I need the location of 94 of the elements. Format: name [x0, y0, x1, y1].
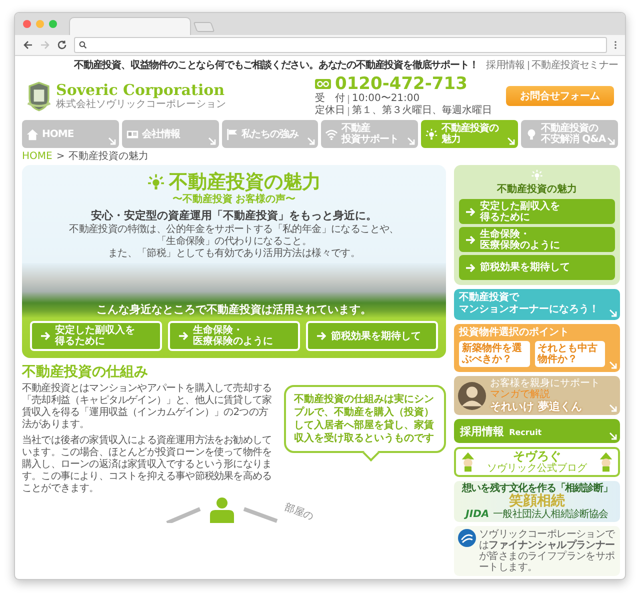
sidebar-menu-item[interactable]: 生命保険・ 医療保険のように [459, 227, 615, 252]
address-bar[interactable] [74, 37, 607, 53]
corner-arrow-icon [507, 137, 516, 145]
hours-value: 第１、第３火曜日、毎週水曜日 [352, 105, 492, 117]
jida-logo-text: JIDA [466, 509, 490, 520]
feature-button[interactable]: 生命保険・ 医療保険のように [168, 321, 300, 351]
menu-icon[interactable] [614, 40, 617, 50]
round-logo-icon [458, 529, 476, 547]
hours-value: 10:00〜21:00 [352, 93, 420, 104]
corner-arrow-icon [108, 137, 116, 145]
jida-banner[interactable]: 想いを残す文化を作る「相続診断」 笑顔相続 JIDA 一般社団法人相続診断協会 [454, 481, 620, 522]
new-tab-button[interactable] [193, 22, 215, 32]
company-subtitle: 株式会社ソヴリックコーポレーション [56, 98, 226, 110]
hours-label: 定休日 [315, 105, 345, 117]
arrow-icon [465, 206, 475, 216]
free-dial-icon [315, 79, 331, 89]
banner-text: お客様を親身にサポート [490, 378, 600, 389]
nav-tab[interactable]: 不動産 投資サポート [321, 120, 418, 148]
reload-icon[interactable] [57, 40, 67, 50]
header-link[interactable]: 不動産投資セミナー [532, 58, 618, 72]
sidebar-menu-title: 不動産投資の魅力 [497, 184, 577, 196]
owner-banner[interactable]: 不動産投資で マンションオーナーになろう！ [454, 289, 620, 320]
tagline: 不動産投資、収益物件のことなら何でもご相談ください。あなたの不動産投資を徹底サポート！ [74, 58, 478, 72]
arrow-icon [178, 331, 188, 341]
financial-planner-banner[interactable]: ソヴリックコーポレーションではファイナンシャルプランナーが皆さまのライフプランをサポートします。 [454, 526, 620, 576]
sidebar-menu-item[interactable]: 節税効果を期待して [459, 255, 615, 280]
breadcrumb-separator: > [56, 150, 65, 163]
arrow-icon [465, 234, 475, 244]
banner-title: 笑顔相続 [509, 494, 565, 509]
flag-icon [226, 128, 239, 140]
mascot-icon [461, 452, 475, 472]
banner-text: マンガで解説 [490, 389, 551, 400]
arrow-icon [465, 262, 475, 272]
search-icon [79, 41, 87, 49]
arrow-icon [40, 331, 50, 341]
company-name: Soveric Corporation [56, 82, 226, 98]
header-link[interactable]: 採用情報 [486, 58, 525, 72]
mascot-icon [599, 452, 613, 472]
lightbulb-rays-icon [425, 128, 438, 140]
banner-text: ソヴリックコーポレーションではファイナンシャルプランナーが皆さまのライフプランをサポートします。 [479, 529, 616, 573]
close-window-icon[interactable] [23, 20, 31, 28]
nav-tab[interactable]: 不動産投資の 不安解消 Q&A [521, 120, 618, 148]
property-points-banner[interactable]: 投資物件選択のポイント 新築物件を選ぶべきか？ それとも中古物件か？ [454, 324, 620, 372]
photo-caption: こんな身近なところで不動産投資は活用されています。 [96, 303, 372, 317]
blog-banner[interactable]: そヴろぐ ソヴリック公式ブログ [454, 447, 620, 477]
wifi-icon [325, 128, 338, 140]
maximize-window-icon[interactable] [49, 20, 57, 28]
question-bubble: 新築物件を選ぶべきか？ [459, 341, 530, 367]
recruit-banner[interactable]: 採用情報 Recruit [454, 419, 620, 443]
question-bubble: それとも中古物件か？ [534, 341, 605, 367]
corner-arrow-icon [606, 137, 615, 145]
corner-arrow-icon [307, 137, 316, 145]
hero-subtitle: 〜不動産投資 お客様の声〜 [172, 193, 296, 206]
avatar-silhouette-icon [458, 382, 486, 410]
hero-description: 不動産投資の特徴は、公的年金をサポートする「私的年金」になることや、 「生命保険」の代わりになること。 また、「節税」としても有効であり活用方法は様々です。 [69, 224, 399, 260]
hero-lead: 安心・安定型の資産運用「不動産投資」をもっと身近に。 [91, 208, 377, 223]
blog-title: そヴろぐ [513, 450, 561, 463]
sidebar-menu-item[interactable]: 安定した副収入を 得るために [459, 199, 615, 224]
nav-tab[interactable]: 会社情報 [122, 120, 219, 148]
feature-button[interactable]: 安定した副収入を 得るために [30, 321, 162, 351]
manga-banner[interactable]: お客様を親身にサポート マンガで解説 それいけ 夢追くん [454, 376, 620, 415]
nav-tab[interactable]: 不動産投資の 魅力 [421, 120, 518, 148]
arrow-icon [316, 331, 326, 341]
corner-arrow-icon [609, 309, 617, 317]
banner-text: 想いを残す文化を作る「相続診断」 [462, 483, 612, 494]
breadcrumb-link[interactable]: HOME [22, 150, 52, 163]
minimize-window-icon[interactable] [36, 20, 44, 28]
corner-arrow-icon [609, 361, 617, 369]
blog-subtitle: ソヴリック公式ブログ [487, 463, 587, 474]
back-icon[interactable] [23, 40, 33, 50]
hero-title: 不動産投資の魅力 [169, 171, 321, 193]
browser-tab[interactable] [69, 17, 191, 35]
section-heading: 不動産投資の仕組み [22, 363, 149, 381]
banner-title: 投資物件選択のポイント [459, 327, 570, 339]
contact-form-button[interactable]: お問合せフォーム [506, 86, 614, 106]
nav-tab[interactable]: 私たちの強み [222, 120, 318, 148]
corner-arrow-icon [609, 432, 617, 440]
breadcrumb-current: 不動産投資の魅力 [68, 150, 149, 163]
hours-label: 受 付 [315, 93, 345, 104]
corner-arrow-icon [407, 137, 416, 145]
banner-title: それいけ 夢追くん [490, 400, 583, 413]
corner-arrow-icon [208, 137, 216, 145]
lightbulb-rays-icon [147, 173, 165, 191]
body-paragraph: 不動産投資とはマンションやアパートを購入して売却する「売却利益（キャピタルゲイン）」と、他人に賃貸して家賃収入を得る「運用収益（インカムゲイン）」の2つの方法があります。 [22, 383, 273, 431]
corner-arrow-icon [609, 404, 617, 412]
diagram-label: 部屋の [282, 501, 316, 524]
house-icon [26, 128, 39, 140]
banner-text: 一般社団法人相続診断協会 [493, 509, 608, 520]
lightbulb-rays-icon [531, 169, 543, 181]
phone-number: 0120-472-713 [335, 75, 468, 93]
feature-button[interactable]: 節税効果を期待して [306, 321, 438, 351]
nav-tab[interactable]: HOME [22, 120, 119, 148]
shield-logo-icon [26, 80, 52, 112]
body-paragraph: 当社では後者の家賃収入による資産運用方法をお勧めしています。この場合、ほとんどが投資ローンを使って物件を購入し、ローンの返済は家賃収入でするという形になります。この事により、コストを抑える事や節税効果を高めることができます。 [22, 435, 273, 495]
